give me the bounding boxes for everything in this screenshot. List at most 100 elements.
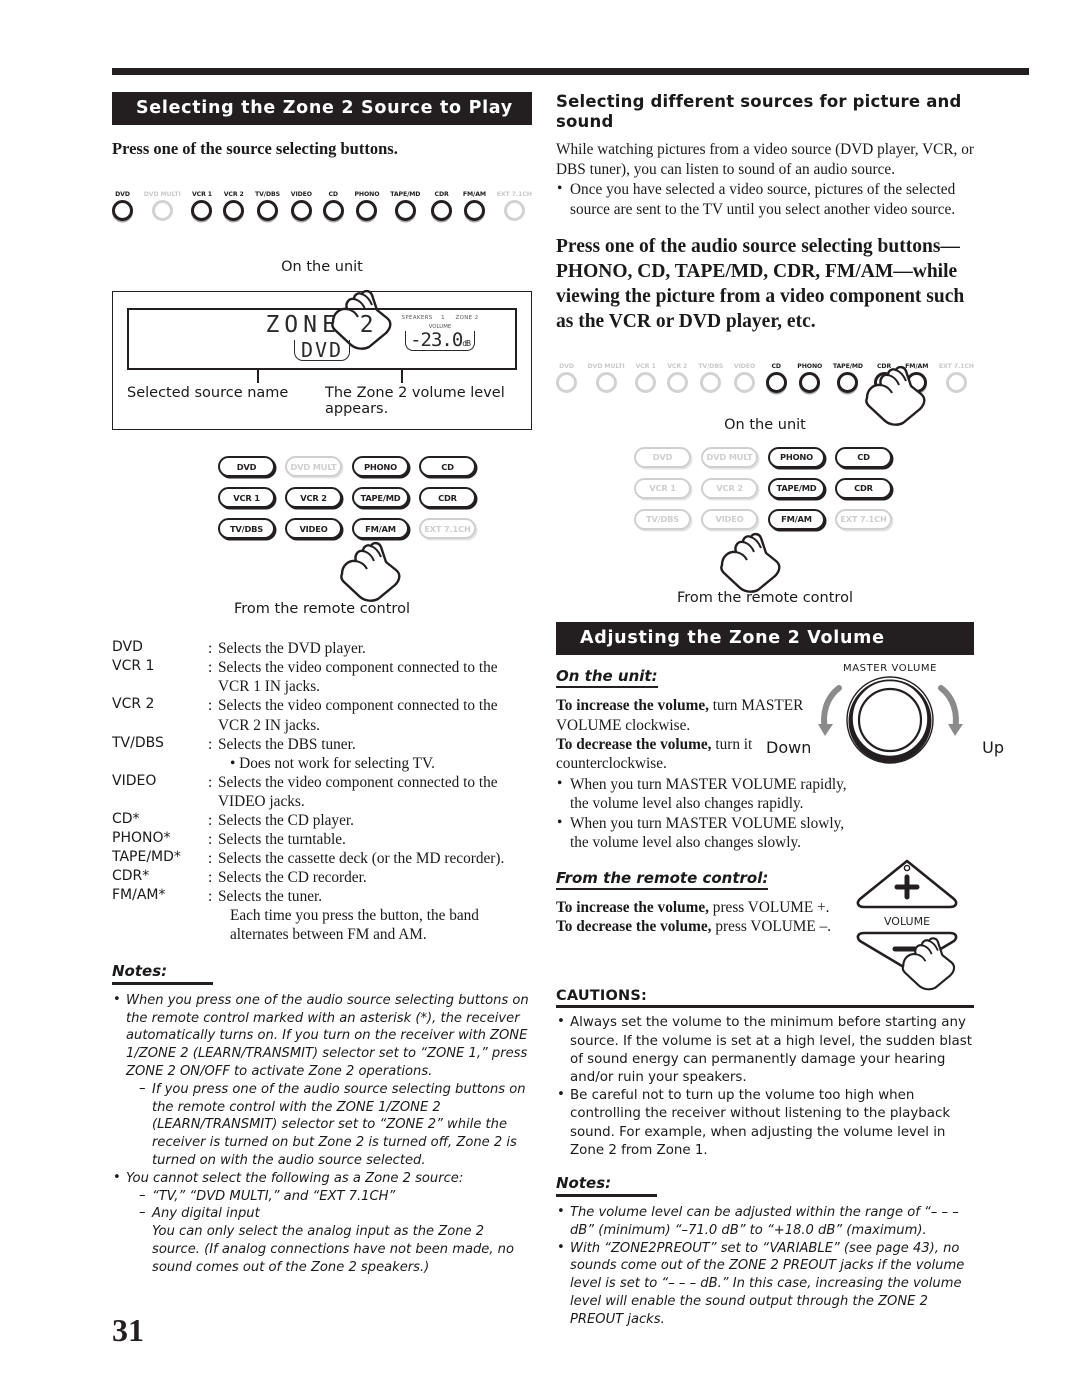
lcd-indicators: SPEAKERS 1 ZONE 2 — [375, 315, 505, 321]
unit-button-label: CD — [771, 362, 781, 370]
unit-knob-icon[interactable] — [151, 200, 173, 222]
source-desc-text: Selects the CD player. — [218, 811, 354, 829]
remote-button-cd[interactable]: CD — [835, 446, 892, 468]
unit-button-vcr-2[interactable]: VCR 2 — [223, 191, 245, 222]
remote-button-dvd-multi[interactable]: DVD MULT — [701, 446, 758, 468]
remote-button-ext-7-1ch[interactable]: EXT 7.1CH — [835, 508, 892, 530]
unit-button-video[interactable]: VIDEO — [290, 191, 312, 222]
remote-button-vcr-1[interactable]: VCR 1 — [634, 477, 691, 499]
remote-button-dvd[interactable]: DVD — [634, 446, 691, 468]
unit-knob-icon[interactable] — [765, 371, 787, 393]
unit-source-buttons-row[interactable]: DVD DVD MULTI VCR 1 VCR 2 TV/DBS VIDEO CD PHONO… — [112, 177, 532, 222]
remote-button-video[interactable]: VIDEO — [701, 508, 758, 530]
remote-button-video[interactable]: VIDEO — [285, 518, 342, 540]
remote-button-tv-dbs[interactable]: TV/DBS — [634, 508, 691, 530]
unit-button-tv-dbs[interactable]: TV/DBS — [698, 363, 723, 393]
unit-knob-icon[interactable] — [256, 200, 278, 222]
unit-button-phono[interactable]: PHONO — [354, 191, 380, 222]
unit-button-video[interactable]: VIDEO — [734, 363, 755, 393]
unit-knob-icon[interactable] — [945, 371, 967, 393]
remote-button-tape-md[interactable]: TAPE/MD — [352, 487, 409, 509]
unit-button-ext-7-1ch[interactable]: EXT 7.1CH — [497, 191, 532, 222]
paragraph-while-watching: While watching pictures from a video sou… — [556, 141, 974, 178]
remote-button-dvd-multi[interactable]: DVD MULT — [285, 456, 342, 478]
unit-knob-icon[interactable] — [503, 200, 525, 222]
unit-knob-icon[interactable] — [635, 371, 657, 393]
remote-button-cdr[interactable]: CDR — [419, 487, 476, 509]
source-name: CD* — [112, 810, 140, 827]
unit-button-ext-7-1ch[interactable]: EXT 7.1CH — [939, 363, 974, 393]
remote-button-dvd[interactable]: DVD — [218, 456, 275, 478]
source-name: TV/DBS — [112, 734, 164, 751]
remote-button-vcr-2[interactable]: VCR 2 — [701, 477, 758, 499]
master-volume-knob-icon[interactable] — [802, 674, 978, 766]
unit-button-cd[interactable]: CD — [765, 362, 787, 393]
on-unit-increase-line: To increase the volume, turn MASTER VOLU… — [556, 696, 818, 735]
unit-button-dvd-multi[interactable]: DVD MULTI — [144, 191, 181, 222]
unit-knob-icon[interactable] — [112, 200, 133, 222]
unit-button-tape-md[interactable]: TAPE/MD — [390, 191, 420, 222]
unit-knob-icon[interactable] — [223, 200, 245, 222]
unit-knob-icon[interactable] — [191, 200, 213, 222]
source-desc: Selects the video component connected to… — [218, 658, 532, 696]
remote-button-vcr-1[interactable]: VCR 1 — [218, 487, 275, 509]
unit-button-label: DVD — [559, 362, 574, 370]
hand-pointer-icon — [901, 936, 956, 990]
unit-knob-icon[interactable] — [431, 200, 453, 222]
source-colon: : — [208, 849, 213, 867]
unit-knob-icon[interactable] — [463, 200, 485, 222]
unit-knob-icon[interactable] — [837, 371, 859, 393]
source-name: CDR* — [112, 867, 150, 884]
source-name: VIDEO — [112, 772, 157, 789]
remote-button-fm-am[interactable]: FM/AM — [768, 508, 825, 530]
unit-button-vcr-2[interactable]: VCR 2 — [666, 363, 688, 393]
remote-audio-buttons[interactable]: DVD DVD MULT PHONO CD VCR 1 VCR 2 TAPE/MD CDR TV… — [634, 446, 974, 530]
unit-knob-icon[interactable] — [322, 200, 344, 222]
unit-knob-icon[interactable] — [290, 200, 312, 222]
unit-button-dvd-multi[interactable]: DVD MULTI — [588, 363, 625, 393]
unit-button-fm-am[interactable]: FM/AM — [463, 191, 486, 222]
unit-knob-icon[interactable] — [666, 371, 688, 393]
unit-knob-icon[interactable] — [595, 371, 617, 393]
unit-button-label: TAPE/MD — [832, 362, 863, 370]
remote-button-tv-dbs[interactable]: TV/DBS — [218, 518, 275, 540]
unit-button-label: PHONO — [354, 191, 380, 199]
unit-button-vcr-1[interactable]: VCR 1 — [635, 363, 657, 393]
unit-knob-icon[interactable] — [556, 371, 577, 393]
unit-button-label: CDR — [434, 191, 449, 199]
remote-button-tape-md[interactable]: TAPE/MD — [768, 477, 825, 499]
remote-button-phono[interactable]: PHONO — [768, 446, 825, 468]
remote-button-fm-am[interactable]: FM/AM — [352, 518, 409, 540]
remote-button-cdr[interactable]: CDR — [835, 477, 892, 499]
remote-source-buttons[interactable]: DVD DVD MULT PHONO CD VCR 1 VCR 2 TAPE/MD CDR TV… — [218, 456, 532, 540]
unit-button-cdr[interactable]: CDR — [431, 191, 453, 222]
cautions-rule — [556, 1005, 974, 1009]
source-name: VCR 2 — [112, 696, 155, 713]
remote-button-vcr-2[interactable]: VCR 2 — [285, 487, 342, 509]
unit-button-cd[interactable]: CD — [322, 191, 344, 222]
tick-volume — [401, 370, 403, 384]
unit-knob-icon[interactable] — [394, 200, 416, 222]
remote-button-ext-7-1ch[interactable]: EXT 7.1CH — [419, 518, 476, 540]
unit-button-dvd[interactable]: DVD — [556, 363, 577, 393]
unit-button-dvd[interactable]: DVD — [112, 191, 133, 222]
unit-button-phono[interactable]: PHONO — [797, 363, 822, 393]
unit-knob-icon[interactable] — [700, 371, 722, 393]
unit-button-vcr-1[interactable]: VCR 1 — [191, 191, 213, 222]
bullet-item: With “ZONE2PREOUT” set to “VARIABLE” (se… — [556, 1239, 974, 1329]
unit-knob-icon[interactable] — [356, 200, 378, 222]
hand-pointer-icon — [720, 532, 781, 593]
note-sub-item: If you press one of the audio source sel… — [138, 1080, 532, 1170]
bullet-once-selected: Once you have selected a video source, p… — [556, 179, 974, 219]
remote-increase-rest: press VOLUME +. — [708, 898, 830, 916]
on-unit-volume-block: MASTER VOLUME Down Up On the unit: To in… — [556, 663, 1004, 852]
source-description-row: VIDEO: Selects the video component connec… — [112, 773, 532, 811]
unit-knob-icon[interactable] — [799, 371, 821, 393]
remote-button-cd[interactable]: CD — [419, 456, 476, 478]
source-desc: Selects the DVD player. — [218, 639, 532, 658]
unit-button-tape-md[interactable]: TAPE/MD — [833, 363, 863, 393]
unit-button-tv-dbs[interactable]: TV/DBS — [255, 191, 280, 222]
note-sub-item: Any digital input You can only select the… — [138, 1204, 532, 1276]
remote-button-phono[interactable]: PHONO — [352, 456, 409, 478]
unit-knob-icon[interactable] — [734, 371, 755, 393]
